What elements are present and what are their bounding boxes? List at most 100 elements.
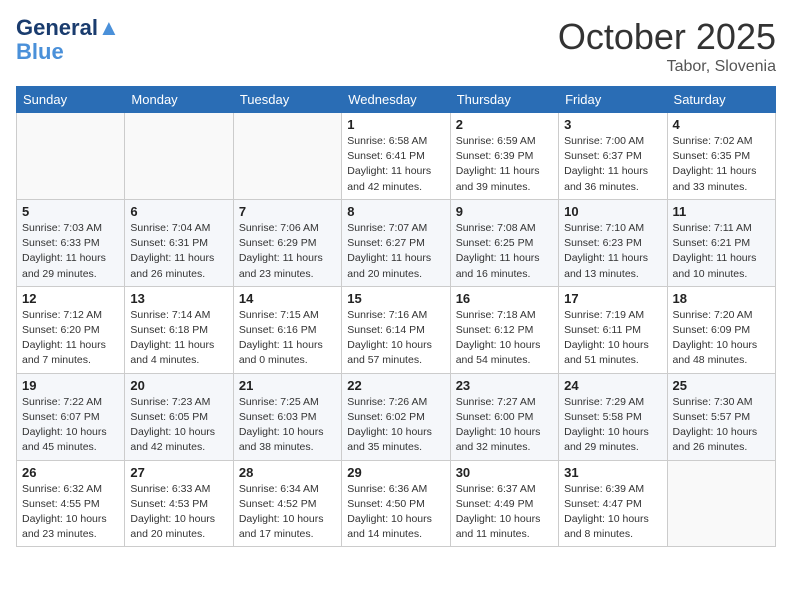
calendar-cell: 3Sunrise: 7:00 AMSunset: 6:37 PMDaylight… [559,113,667,200]
day-number: 8 [347,204,444,219]
calendar-cell: 25 Sunrise: 7:30 AMSunset: 5:57 PMDayligh… [667,373,775,460]
day-number: 1 [347,117,444,132]
day-info: Sunrise: 7:12 AMSunset: 6:20 PMDaylight:… [22,308,119,369]
day-info: Sunrise: 7:22 AMSunset: 6:07 PMDaylight:… [22,395,119,456]
day-info: Sunrise: 7:16 AMSunset: 6:14 PMDaylight:… [347,308,444,369]
day-info: Sunrise: 7:08 AMSunset: 6:25 PMDaylight:… [456,221,553,282]
calendar-week-2: 5Sunrise: 7:03 AMSunset: 6:33 PMDaylight… [17,199,776,286]
day-number: 30 [456,465,553,480]
day-info: Sunrise: 7:30 AMSunset: 5:57 PMDaylight:… [673,395,770,456]
calendar-cell: 8 Sunrise: 7:07 AMSunset: 6:27 PMDaylight… [342,199,450,286]
day-number: 28 [239,465,336,480]
day-info: Sunrise: 7:06 AMSunset: 6:29 PMDaylight:… [239,221,336,282]
calendar-cell [233,113,341,200]
calendar-cell: 10 Sunrise: 7:10 AMSunset: 6:23 PMDayligh… [559,199,667,286]
day-number: 19 [22,378,119,393]
weekday-header-sunday: Sunday [17,87,125,113]
calendar-cell: 26 Sunrise: 6:32 AMSunset: 4:55 PMDayligh… [17,460,125,547]
calendar-cell: 30 Sunrise: 6:37 AMSunset: 4:49 PMDayligh… [450,460,558,547]
day-number: 23 [456,378,553,393]
day-number: 15 [347,291,444,306]
day-info: Sunrise: 7:10 AMSunset: 6:23 PMDaylight:… [564,221,661,282]
day-info: Sunrise: 7:27 AMSunset: 6:00 PMDaylight:… [456,395,553,456]
calendar-cell: 9 Sunrise: 7:08 AMSunset: 6:25 PMDaylight… [450,199,558,286]
day-info: Sunrise: 7:11 AMSunset: 6:21 PMDaylight:… [673,221,770,282]
calendar-cell: 6 Sunrise: 7:04 AMSunset: 6:31 PMDaylight… [125,199,233,286]
page-header: General▲ Blue October 2025 Tabor, Sloven… [16,16,776,76]
day-number: 6 [130,204,227,219]
day-number: 18 [673,291,770,306]
title-block: October 2025 Tabor, Slovenia [558,16,776,76]
day-number: 31 [564,465,661,480]
logo: General▲ Blue [16,16,120,64]
calendar-cell: 5Sunrise: 7:03 AMSunset: 6:33 PMDaylight… [17,199,125,286]
day-number: 12 [22,291,119,306]
calendar-cell: 11 Sunrise: 7:11 AMSunset: 6:21 PMDayligh… [667,199,775,286]
day-info: Sunrise: 7:18 AMSunset: 6:12 PMDaylight:… [456,308,553,369]
day-number: 26 [22,465,119,480]
calendar-cell: 4Sunrise: 7:02 AMSunset: 6:35 PMDaylight… [667,113,775,200]
weekday-header-thursday: Thursday [450,87,558,113]
day-number: 21 [239,378,336,393]
calendar-cell [667,460,775,547]
calendar-cell: 16 Sunrise: 7:18 AMSunset: 6:12 PMDayligh… [450,286,558,373]
day-info: Sunrise: 6:36 AMSunset: 4:50 PMDaylight:… [347,482,444,543]
calendar-cell: 20 Sunrise: 7:23 AMSunset: 6:05 PMDayligh… [125,373,233,460]
calendar-cell: 17Sunrise: 7:19 AMSunset: 6:11 PMDayligh… [559,286,667,373]
day-info: Sunrise: 7:25 AMSunset: 6:03 PMDaylight:… [239,395,336,456]
calendar-cell: 27 Sunrise: 6:33 AMSunset: 4:53 PMDayligh… [125,460,233,547]
day-info: Sunrise: 6:37 AMSunset: 4:49 PMDaylight:… [456,482,553,543]
calendar-cell: 7 Sunrise: 7:06 AMSunset: 6:29 PMDaylight… [233,199,341,286]
day-info: Sunrise: 7:04 AMSunset: 6:31 PMDaylight:… [130,221,227,282]
day-number: 24 [564,378,661,393]
day-number: 14 [239,291,336,306]
weekday-header-saturday: Saturday [667,87,775,113]
day-info: Sunrise: 6:32 AMSunset: 4:55 PMDaylight:… [22,482,119,543]
day-number: 13 [130,291,227,306]
day-number: 2 [456,117,553,132]
day-info: Sunrise: 6:58 AMSunset: 6:41 PMDaylight:… [347,134,444,195]
day-info: Sunrise: 7:26 AMSunset: 6:02 PMDaylight:… [347,395,444,456]
calendar-cell: 31Sunrise: 6:39 AMSunset: 4:47 PMDayligh… [559,460,667,547]
calendar-cell [17,113,125,200]
weekday-header-monday: Monday [125,87,233,113]
calendar-cell: 18 Sunrise: 7:20 AMSunset: 6:09 PMDayligh… [667,286,775,373]
day-info: Sunrise: 7:19 AMSunset: 6:11 PMDaylight:… [564,308,661,369]
day-number: 29 [347,465,444,480]
calendar-cell: 22Sunrise: 7:26 AMSunset: 6:02 PMDayligh… [342,373,450,460]
calendar-cell: 24 Sunrise: 7:29 AMSunset: 5:58 PMDayligh… [559,373,667,460]
calendar-cell: 29 Sunrise: 6:36 AMSunset: 4:50 PMDayligh… [342,460,450,547]
calendar-cell: 2 Sunrise: 6:59 AMSunset: 6:39 PMDaylight… [450,113,558,200]
day-number: 20 [130,378,227,393]
day-info: Sunrise: 7:29 AMSunset: 5:58 PMDaylight:… [564,395,661,456]
day-info: Sunrise: 7:15 AMSunset: 6:16 PMDaylight:… [239,308,336,369]
logo-text: General▲ Blue [16,16,120,64]
day-number: 27 [130,465,227,480]
day-number: 25 [673,378,770,393]
calendar-cell: 19 Sunrise: 7:22 AMSunset: 6:07 PMDayligh… [17,373,125,460]
calendar-week-1: 1 Sunrise: 6:58 AMSunset: 6:41 PMDaylight… [17,113,776,200]
day-info: Sunrise: 7:20 AMSunset: 6:09 PMDaylight:… [673,308,770,369]
day-info: Sunrise: 7:14 AMSunset: 6:18 PMDaylight:… [130,308,227,369]
day-number: 7 [239,204,336,219]
month-title: October 2025 [558,16,776,58]
weekday-header-friday: Friday [559,87,667,113]
calendar-cell: 21 Sunrise: 7:25 AMSunset: 6:03 PMDayligh… [233,373,341,460]
day-info: Sunrise: 7:03 AMSunset: 6:33 PMDaylight:… [22,221,119,282]
day-number: 11 [673,204,770,219]
day-number: 10 [564,204,661,219]
calendar-cell: 13 Sunrise: 7:14 AMSunset: 6:18 PMDayligh… [125,286,233,373]
location: Tabor, Slovenia [558,58,776,76]
day-info: Sunrise: 6:59 AMSunset: 6:39 PMDaylight:… [456,134,553,195]
day-number: 16 [456,291,553,306]
calendar-cell: 28Sunrise: 6:34 AMSunset: 4:52 PMDayligh… [233,460,341,547]
day-info: Sunrise: 7:02 AMSunset: 6:35 PMDaylight:… [673,134,770,195]
calendar-week-4: 19 Sunrise: 7:22 AMSunset: 6:07 PMDayligh… [17,373,776,460]
calendar-cell [125,113,233,200]
day-info: Sunrise: 7:23 AMSunset: 6:05 PMDaylight:… [130,395,227,456]
day-info: Sunrise: 6:33 AMSunset: 4:53 PMDaylight:… [130,482,227,543]
day-info: Sunrise: 7:07 AMSunset: 6:27 PMDaylight:… [347,221,444,282]
calendar-cell: 1 Sunrise: 6:58 AMSunset: 6:41 PMDaylight… [342,113,450,200]
day-number: 9 [456,204,553,219]
weekday-header-wednesday: Wednesday [342,87,450,113]
